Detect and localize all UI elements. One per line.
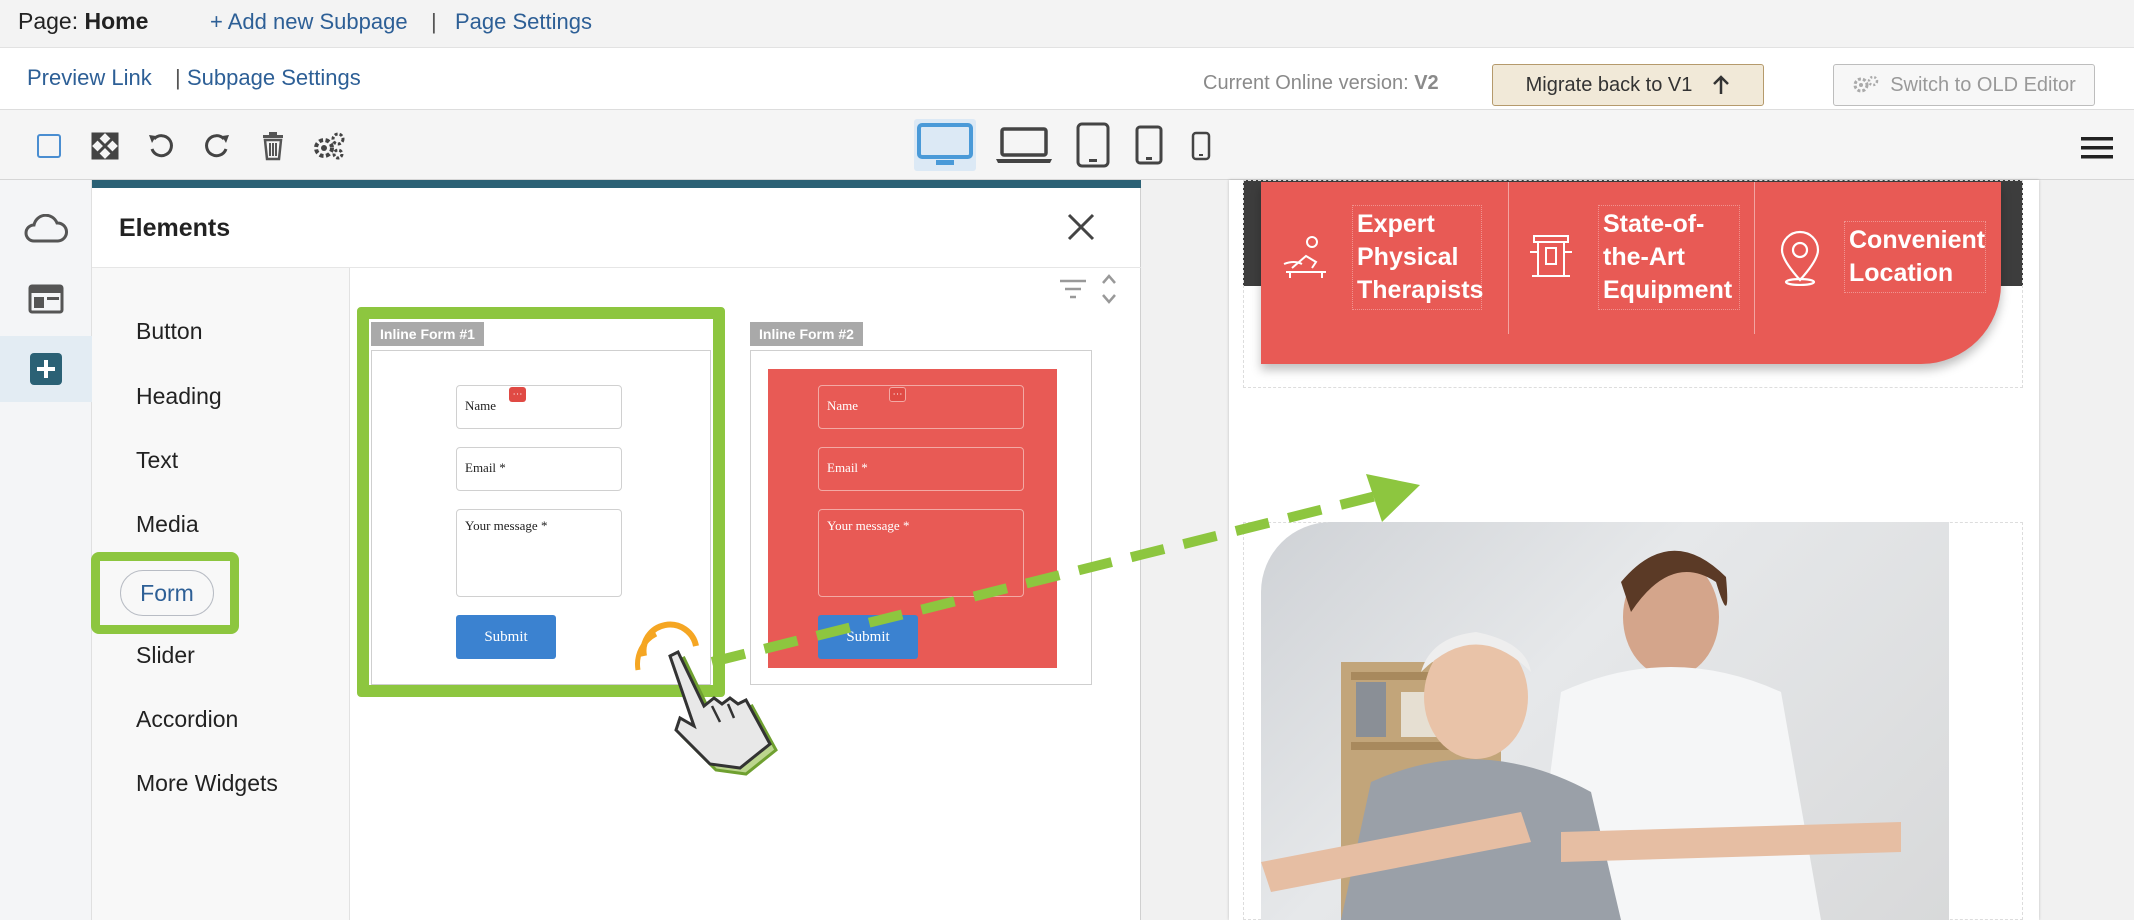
hand-cursor-icon [635,621,778,776]
drag-arrow-icon [710,474,1420,667]
